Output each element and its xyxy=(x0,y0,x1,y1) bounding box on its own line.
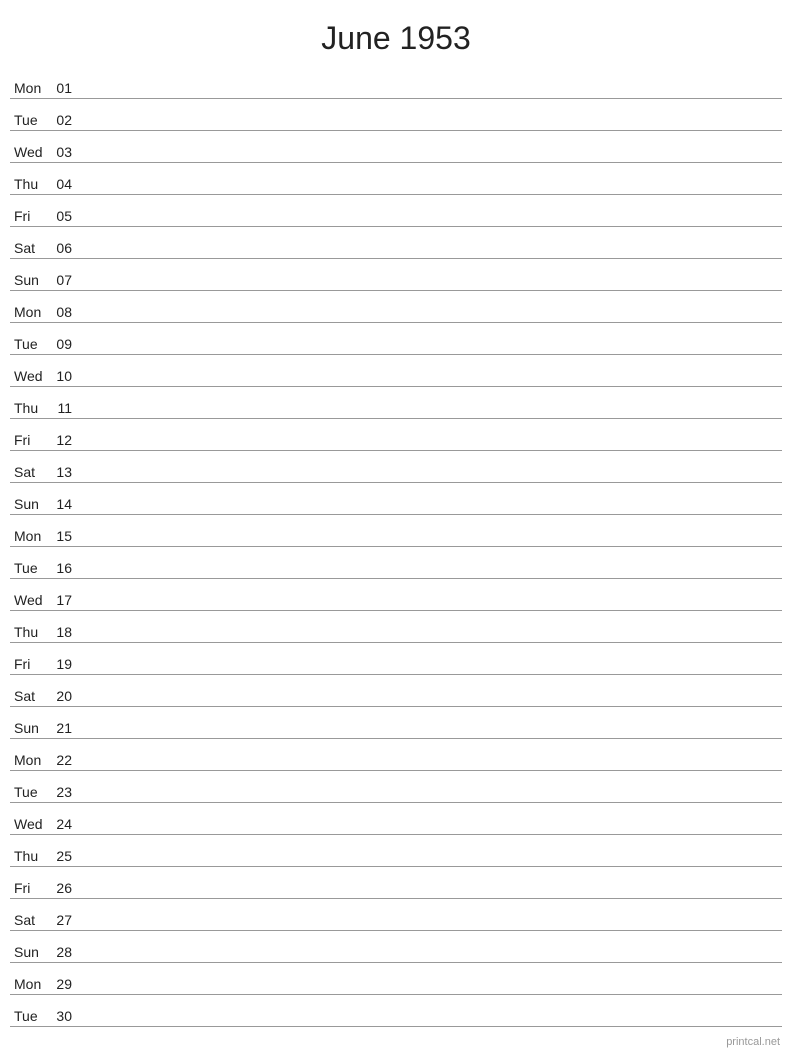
day-number: 18 xyxy=(50,624,80,640)
day-number: 15 xyxy=(50,528,80,544)
calendar-row: Sat20 xyxy=(10,675,782,707)
calendar-row: Wed03 xyxy=(10,131,782,163)
day-number: 10 xyxy=(50,368,80,384)
calendar-row: Fri19 xyxy=(10,643,782,675)
day-number: 26 xyxy=(50,880,80,896)
day-name: Wed xyxy=(10,368,50,384)
day-number: 17 xyxy=(50,592,80,608)
day-name: Tue xyxy=(10,1008,50,1024)
page-title: June 1953 xyxy=(0,0,792,67)
day-name: Mon xyxy=(10,976,50,992)
day-name: Thu xyxy=(10,400,50,416)
day-name: Thu xyxy=(10,176,50,192)
day-name: Tue xyxy=(10,112,50,128)
calendar-row: Thu11 xyxy=(10,387,782,419)
day-name: Sat xyxy=(10,240,50,256)
day-number: 07 xyxy=(50,272,80,288)
calendar-row: Mon15 xyxy=(10,515,782,547)
day-number: 23 xyxy=(50,784,80,800)
calendar-row: Fri12 xyxy=(10,419,782,451)
day-number: 11 xyxy=(50,400,80,416)
day-name: Sat xyxy=(10,464,50,480)
calendar-row: Tue02 xyxy=(10,99,782,131)
day-name: Sun xyxy=(10,272,50,288)
calendar-row: Sun14 xyxy=(10,483,782,515)
day-number: 19 xyxy=(50,656,80,672)
day-name: Thu xyxy=(10,848,50,864)
day-name: Sat xyxy=(10,912,50,928)
calendar-row: Fri26 xyxy=(10,867,782,899)
day-number: 08 xyxy=(50,304,80,320)
day-name: Sun xyxy=(10,720,50,736)
calendar-row: Thu25 xyxy=(10,835,782,867)
day-number: 24 xyxy=(50,816,80,832)
day-number: 03 xyxy=(50,144,80,160)
day-name: Fri xyxy=(10,208,50,224)
calendar-row: Sat27 xyxy=(10,899,782,931)
calendar-row: Mon29 xyxy=(10,963,782,995)
calendar-row: Tue23 xyxy=(10,771,782,803)
day-name: Fri xyxy=(10,880,50,896)
calendar-row: Thu04 xyxy=(10,163,782,195)
calendar-row: Tue16 xyxy=(10,547,782,579)
day-number: 05 xyxy=(50,208,80,224)
calendar-row: Fri05 xyxy=(10,195,782,227)
day-name: Mon xyxy=(10,528,50,544)
day-number: 21 xyxy=(50,720,80,736)
day-name: Tue xyxy=(10,336,50,352)
day-number: 27 xyxy=(50,912,80,928)
calendar-row: Mon01 xyxy=(10,67,782,99)
day-number: 14 xyxy=(50,496,80,512)
day-name: Wed xyxy=(10,144,50,160)
calendar-row: Wed10 xyxy=(10,355,782,387)
day-number: 04 xyxy=(50,176,80,192)
day-number: 02 xyxy=(50,112,80,128)
calendar-container: Mon01Tue02Wed03Thu04Fri05Sat06Sun07Mon08… xyxy=(0,67,792,1027)
day-name: Sat xyxy=(10,688,50,704)
day-name: Fri xyxy=(10,432,50,448)
calendar-row: Sun28 xyxy=(10,931,782,963)
day-number: 25 xyxy=(50,848,80,864)
day-number: 22 xyxy=(50,752,80,768)
calendar-row: Mon08 xyxy=(10,291,782,323)
day-name: Mon xyxy=(10,752,50,768)
calendar-row: Sun21 xyxy=(10,707,782,739)
day-number: 01 xyxy=(50,80,80,96)
day-name: Mon xyxy=(10,80,50,96)
day-name: Sun xyxy=(10,496,50,512)
day-name: Mon xyxy=(10,304,50,320)
calendar-row: Mon22 xyxy=(10,739,782,771)
day-number: 20 xyxy=(50,688,80,704)
day-number: 13 xyxy=(50,464,80,480)
calendar-row: Tue09 xyxy=(10,323,782,355)
day-number: 09 xyxy=(50,336,80,352)
day-number: 12 xyxy=(50,432,80,448)
day-number: 30 xyxy=(50,1008,80,1024)
day-number: 06 xyxy=(50,240,80,256)
calendar-row: Tue30 xyxy=(10,995,782,1027)
day-name: Thu xyxy=(10,624,50,640)
day-number: 28 xyxy=(50,944,80,960)
calendar-row: Wed24 xyxy=(10,803,782,835)
day-name: Tue xyxy=(10,784,50,800)
calendar-row: Thu18 xyxy=(10,611,782,643)
calendar-row: Wed17 xyxy=(10,579,782,611)
day-name: Tue xyxy=(10,560,50,576)
calendar-row: Sat06 xyxy=(10,227,782,259)
day-number: 16 xyxy=(50,560,80,576)
day-name: Fri xyxy=(10,656,50,672)
watermark: printcal.net xyxy=(726,1036,780,1048)
day-name: Sun xyxy=(10,944,50,960)
day-name: Wed xyxy=(10,816,50,832)
calendar-row: Sun07 xyxy=(10,259,782,291)
day-name: Wed xyxy=(10,592,50,608)
calendar-row: Sat13 xyxy=(10,451,782,483)
day-number: 29 xyxy=(50,976,80,992)
